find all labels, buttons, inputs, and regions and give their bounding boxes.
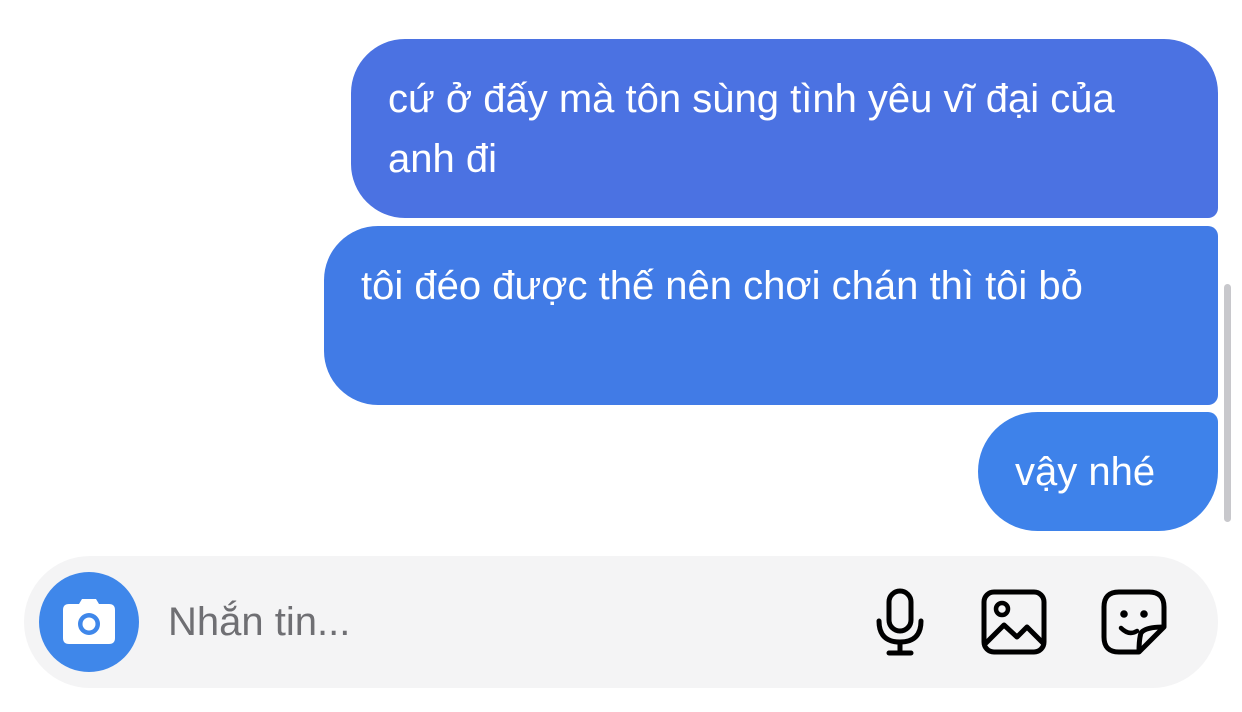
message-bubble[interactable]: cứ ở đấy mà tôn sùng tình yêu vĩ đại của… bbox=[351, 39, 1218, 218]
scrollbar[interactable] bbox=[1224, 284, 1231, 522]
microphone-button[interactable] bbox=[862, 584, 938, 660]
gallery-button[interactable] bbox=[976, 584, 1052, 660]
camera-button[interactable] bbox=[39, 572, 139, 672]
sticker-icon bbox=[1101, 589, 1167, 655]
camera-icon bbox=[63, 599, 115, 644]
image-icon bbox=[981, 589, 1047, 655]
message-text: tôi đéo được thế nên chơi chán thì tôi b… bbox=[361, 264, 1083, 308]
microphone-icon bbox=[876, 588, 924, 656]
message-input[interactable] bbox=[168, 592, 828, 652]
message-text: cứ ở đấy mà tôn sùng tình yêu vĩ đại của… bbox=[388, 77, 1115, 181]
message-bubble[interactable]: tôi đéo được thế nên chơi chán thì tôi b… bbox=[324, 226, 1218, 405]
message-text: vậy nhé bbox=[1015, 450, 1156, 494]
chat-screen: cứ ở đấy mà tôn sùng tình yêu vĩ đại của… bbox=[0, 0, 1242, 712]
message-bubble[interactable]: vậy nhé bbox=[978, 412, 1218, 531]
sticker-button[interactable] bbox=[1096, 584, 1172, 660]
